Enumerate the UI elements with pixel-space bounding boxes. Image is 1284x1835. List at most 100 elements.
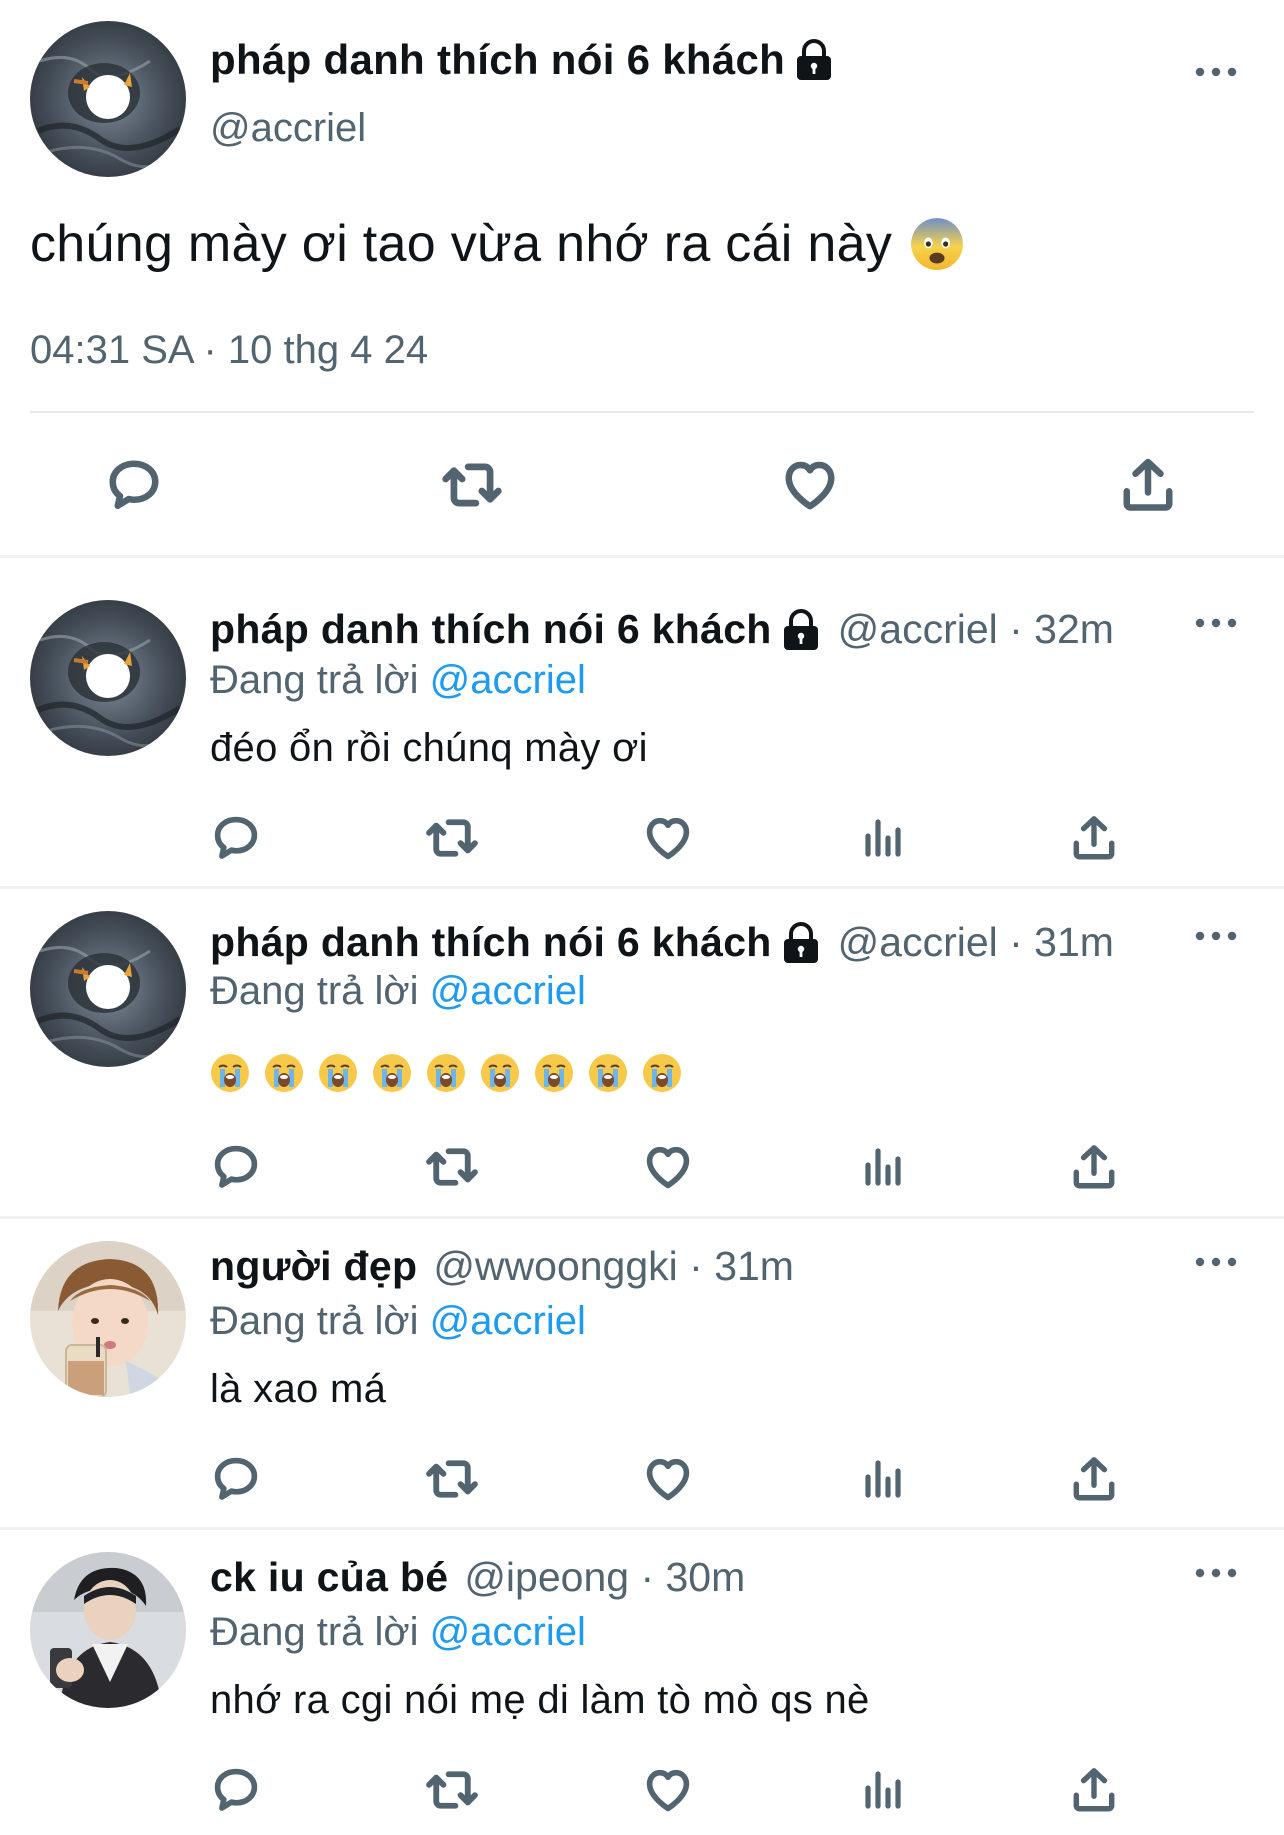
- reply-button[interactable]: [206, 1760, 266, 1820]
- retweet-button[interactable]: [422, 1449, 482, 1509]
- loudly-crying-face-emoji: [372, 1053, 412, 1093]
- retweet-icon: [425, 811, 479, 865]
- share-button[interactable]: [1064, 1137, 1124, 1197]
- display-name[interactable]: pháp danh thích nói 6 khách: [210, 606, 772, 653]
- replying-prefix: Đang trả lời: [210, 658, 419, 702]
- mention-link[interactable]: @accriel: [430, 658, 586, 702]
- reply-tweet[interactable]: ck iu của bé @ipeong · 30m Đang trả lời …: [0, 1530, 1284, 1835]
- loudly-crying-face-emoji: [588, 1053, 628, 1093]
- like-icon: [642, 1764, 694, 1816]
- share-icon: [1069, 813, 1119, 863]
- avatar[interactable]: [30, 1552, 186, 1708]
- display-name[interactable]: pháp danh thích nói 6 khách: [210, 919, 772, 966]
- like-button[interactable]: [770, 445, 850, 525]
- share-button[interactable]: [1064, 1760, 1124, 1820]
- like-icon: [642, 1453, 694, 1505]
- reply-header: người đẹp @wwoonggki · 31m: [210, 1243, 794, 1290]
- main-action-bar: [0, 445, 1284, 525]
- like-button[interactable]: [638, 1137, 698, 1197]
- loudly-crying-face-emoji: [642, 1053, 682, 1093]
- mention-link[interactable]: @accriel: [430, 1299, 586, 1343]
- share-icon: [1069, 1765, 1119, 1815]
- lock-icon: [780, 921, 822, 965]
- tweet-text-content: chúng mày ơi tao vừa nhớ ra cái này: [30, 215, 893, 273]
- retweet-icon: [441, 454, 503, 516]
- replying-prefix: Đang trả lời: [210, 969, 419, 1013]
- handle-and-time[interactable]: @ipeong · 30m: [464, 1554, 745, 1601]
- retweet-button[interactable]: [432, 445, 512, 525]
- share-icon: [1118, 455, 1178, 515]
- reply-button[interactable]: [206, 808, 266, 868]
- reply-icon: [210, 1453, 262, 1505]
- reply-icon: [210, 1141, 262, 1193]
- replying-to: Đang trả lời @accriel: [210, 1299, 586, 1344]
- reply-button[interactable]: [94, 445, 174, 525]
- like-button[interactable]: [638, 808, 698, 868]
- mention-link[interactable]: @accriel: [430, 969, 586, 1013]
- loudly-crying-face-emoji: [264, 1053, 304, 1093]
- reply-action-bar: [0, 808, 1284, 868]
- display-name[interactable]: người đẹp: [210, 1243, 417, 1290]
- reply-header: ck iu của bé @ipeong · 30m: [210, 1554, 745, 1601]
- avatar[interactable]: [30, 911, 186, 1067]
- loudly-crying-face-emoji: [534, 1053, 574, 1093]
- handle[interactable]: @accriel: [210, 106, 366, 151]
- retweet-button[interactable]: [422, 1137, 482, 1197]
- retweet-button[interactable]: [422, 1760, 482, 1820]
- author-name-row: pháp danh thích nói 6 khách: [210, 36, 835, 84]
- reply-header: pháp danh thích nói 6 khách @accriel · 3…: [210, 606, 1114, 653]
- views-button[interactable]: [852, 1760, 912, 1820]
- fearful-face-emoji: [910, 217, 964, 271]
- display-name[interactable]: ck iu của bé: [210, 1554, 448, 1601]
- like-button[interactable]: [638, 1760, 698, 1820]
- reply-header: pháp danh thích nói 6 khách @accriel · 3…: [210, 919, 1114, 966]
- replying-to: Đang trả lời @accriel: [210, 969, 586, 1014]
- more-icon[interactable]: [1194, 921, 1238, 951]
- more-icon[interactable]: [1194, 1558, 1238, 1588]
- retweet-button[interactable]: [422, 808, 482, 868]
- reply-icon: [210, 812, 262, 864]
- reply-icon: [210, 1764, 262, 1816]
- handle-and-time[interactable]: @wwoonggki · 31m: [433, 1243, 794, 1290]
- share-icon: [1069, 1454, 1119, 1504]
- more-icon[interactable]: [1194, 50, 1238, 94]
- reply-tweet[interactable]: pháp danh thích nói 6 khách @accriel · 3…: [0, 558, 1284, 886]
- like-icon: [642, 812, 694, 864]
- mention-link[interactable]: @accriel: [430, 1610, 586, 1654]
- reply-text: đéo ổn rồi chúnq mày ơi: [210, 726, 648, 770]
- display-name[interactable]: pháp danh thích nói 6 khách: [210, 36, 785, 84]
- views-button[interactable]: [852, 1449, 912, 1509]
- divider: [30, 411, 1254, 413]
- reply-tweet[interactable]: pháp danh thích nói 6 khách @accriel · 3…: [0, 889, 1284, 1216]
- tweet-timestamp[interactable]: 04:31 SA · 10 thg 4 24: [30, 328, 428, 373]
- like-button[interactable]: [638, 1449, 698, 1509]
- share-button[interactable]: [1064, 808, 1124, 868]
- views-button[interactable]: [852, 1137, 912, 1197]
- more-icon[interactable]: [1194, 608, 1238, 638]
- tweet-text: chúng mày ơi tao vừa nhớ ra cái này: [30, 214, 964, 274]
- retweet-icon: [425, 1452, 479, 1506]
- handle-and-time[interactable]: @accriel · 32m: [838, 606, 1114, 653]
- views-button[interactable]: [852, 808, 912, 868]
- emoji-row: [210, 1053, 682, 1093]
- reply-action-bar: [0, 1449, 1284, 1509]
- avatar[interactable]: [30, 1241, 186, 1397]
- reply-text: nhớ ra cgi nói mẹ di làm tò mò qs nè: [210, 1678, 870, 1722]
- avatar[interactable]: [30, 21, 186, 177]
- handle-and-time[interactable]: @accriel · 31m: [838, 919, 1114, 966]
- loudly-crying-face-emoji: [210, 1053, 250, 1093]
- reply-button[interactable]: [206, 1137, 266, 1197]
- reply-button[interactable]: [206, 1449, 266, 1509]
- share-button[interactable]: [1064, 1449, 1124, 1509]
- share-button[interactable]: [1108, 445, 1188, 525]
- views-icon: [858, 1143, 906, 1191]
- reply-action-bar: [0, 1137, 1284, 1197]
- retweet-icon: [425, 1140, 479, 1194]
- main-tweet: pháp danh thích nói 6 khách @accriel chú…: [0, 0, 1284, 555]
- more-icon[interactable]: [1194, 1247, 1238, 1277]
- lock-icon: [793, 38, 835, 82]
- reply-tweet[interactable]: người đẹp @wwoonggki · 31m Đang trả lời …: [0, 1219, 1284, 1527]
- views-icon: [858, 1455, 906, 1503]
- replying-prefix: Đang trả lời: [210, 1610, 419, 1654]
- avatar[interactable]: [30, 600, 186, 756]
